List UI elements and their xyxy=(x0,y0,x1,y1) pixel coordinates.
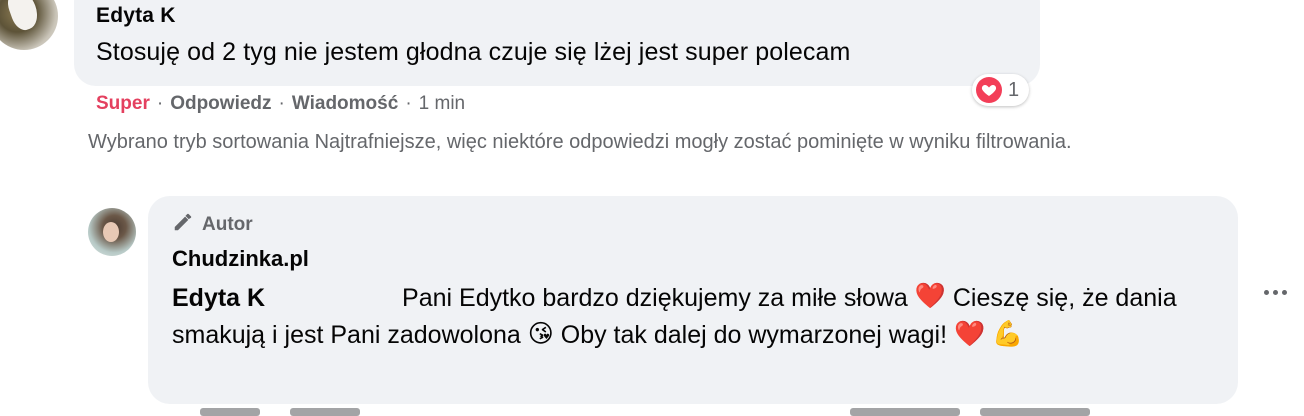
message-link[interactable]: Wiadomość xyxy=(292,93,398,115)
comment-text: Stosuję od 2 tyg nie jestem głodna czuje… xyxy=(96,38,851,66)
more-options-icon[interactable] xyxy=(1264,290,1287,295)
reaction-summary[interactable]: 1 xyxy=(972,74,1030,106)
kiss-emoji: 😘 xyxy=(527,319,554,348)
comment-actions: Super · Odpowiedz · Wiadomość · 1 min xyxy=(96,93,465,115)
heart-icon xyxy=(976,77,1002,103)
muscle-emoji: 💪 xyxy=(992,319,1024,348)
comment-time[interactable]: 1 min xyxy=(419,93,465,115)
reply-text: Edyta K Pani Edytko bardzo dziękujemy za… xyxy=(172,280,1192,355)
reaction-count: 1 xyxy=(1008,78,1020,101)
separator: · xyxy=(156,93,164,114)
separator: · xyxy=(278,93,285,114)
mention-link[interactable]: Edyta K xyxy=(172,284,396,312)
reply-link[interactable]: Odpowiedz xyxy=(170,93,271,115)
reply-author-avatar[interactable] xyxy=(88,208,136,256)
reply-author[interactable]: Chudzinka.pl xyxy=(172,246,309,272)
author-badge-label: Autor xyxy=(202,214,253,235)
sort-notice: Wybrano tryb sortowania Najtrafniejsze, … xyxy=(88,131,1072,153)
pen-icon xyxy=(172,211,194,239)
commenter-avatar[interactable] xyxy=(0,0,58,50)
super-reaction-link[interactable]: Super xyxy=(96,93,150,115)
comment-author[interactable]: Edyta K xyxy=(96,4,296,28)
heart-emoji: ❤️ xyxy=(954,319,986,348)
author-badge: Autor xyxy=(172,211,253,239)
heart-emoji: ❤️ xyxy=(914,282,946,311)
separator: · xyxy=(405,93,412,114)
